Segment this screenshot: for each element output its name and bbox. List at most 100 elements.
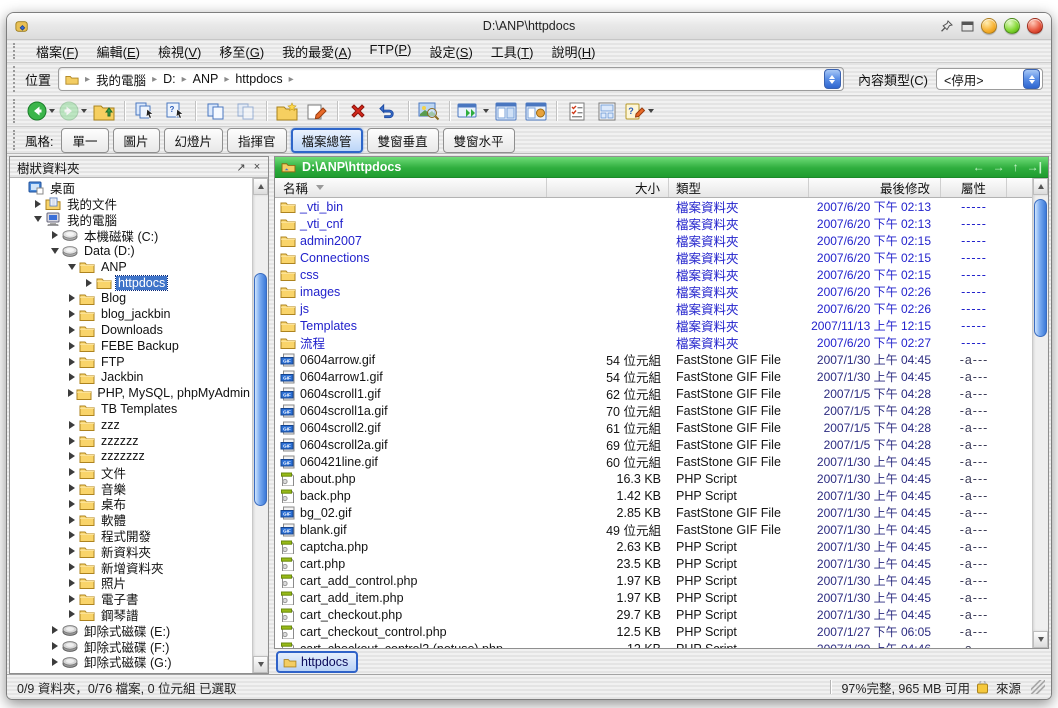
expander-right-icon[interactable] [65, 437, 78, 445]
undock-icon[interactable]: ↗ [234, 161, 248, 174]
tree-scroll-track[interactable] [253, 195, 268, 656]
panel-back-icon[interactable]: ← [973, 161, 985, 173]
address-grip[interactable] [13, 66, 21, 92]
help-edit-dropdown-icon[interactable] [648, 109, 654, 113]
expander-right-icon[interactable] [65, 484, 78, 492]
paste-button[interactable] [231, 98, 261, 124]
file-row[interactable]: back.php1.42 KBPHP Script2007/1/30 上午 04… [275, 487, 1032, 504]
expander-right-icon[interactable] [65, 310, 78, 318]
rename-button[interactable] [302, 98, 332, 124]
breadcrumb-item[interactable]: ANP [193, 72, 219, 86]
tree-item[interactable]: Jackbin [10, 370, 252, 386]
column-modified[interactable]: 最後修改 [809, 178, 941, 197]
tree-item[interactable]: zzzzzzz [10, 449, 252, 465]
expander-right-icon[interactable] [65, 342, 78, 350]
tree-item[interactable]: TB Templates [10, 401, 252, 417]
file-row[interactable]: admin2007檔案資料夾2007/6/20 下午 02:15----- [275, 232, 1032, 249]
tree-item[interactable]: zzz [10, 417, 252, 433]
panel-up-icon[interactable]: ↑ [1013, 161, 1019, 173]
column-type[interactable]: 類型 [669, 178, 809, 197]
breadcrumb-item[interactable]: 我的電腦 [96, 70, 146, 89]
tree-item[interactable]: Data (D:) [10, 243, 252, 259]
expander-right-icon[interactable] [31, 200, 44, 208]
file-scroll-thumb[interactable] [1034, 199, 1047, 336]
menu-item[interactable]: 說明(H) [542, 41, 604, 62]
file-row[interactable]: css檔案資料夾2007/6/20 下午 02:15----- [275, 266, 1032, 283]
file-row[interactable]: cart_checkout.php29.7 KBPHP Script2007/1… [275, 606, 1032, 623]
tree-item[interactable]: 音樂 [10, 480, 252, 496]
style-grip[interactable] [13, 130, 21, 150]
forward-dropdown-icon[interactable] [81, 109, 87, 113]
expander-down-icon[interactable] [31, 216, 44, 222]
file-row[interactable]: Templates檔案資料夾2007/11/13 上午 12:15----- [275, 317, 1032, 334]
column-attr[interactable]: 屬性 [941, 178, 1007, 197]
file-row[interactable]: GIF0604scroll1a.gif70 位元組FastStone GIF F… [275, 402, 1032, 419]
file-scroll-track[interactable] [1033, 195, 1048, 631]
expander-right-icon[interactable] [48, 658, 61, 666]
tree-scrollbar[interactable] [252, 178, 268, 673]
tree-item[interactable]: FEBE Backup [10, 338, 252, 354]
layout-button[interactable] [592, 98, 622, 124]
tree-item[interactable]: blog_jackbin [10, 306, 252, 322]
pin-icon[interactable] [939, 20, 953, 33]
style-tab-圖片[interactable]: 圖片 [113, 128, 160, 153]
column-size[interactable]: 大小 [547, 178, 669, 197]
style-tab-檔案總管[interactable]: 檔案總管 [291, 128, 363, 153]
expander-right-icon[interactable] [65, 595, 78, 603]
menu-item[interactable]: 工具(T) [482, 41, 543, 62]
minimize-button[interactable] [981, 18, 997, 34]
menu-item[interactable]: 檔案(F) [27, 41, 88, 62]
tree-item[interactable]: 我的文件 [10, 196, 252, 212]
tree-item[interactable]: httpdocs [10, 275, 252, 291]
help-pointer-button[interactable]: ? [160, 98, 190, 124]
content-type-spinner[interactable] [1023, 69, 1040, 89]
expander-right-icon[interactable] [65, 531, 78, 539]
menu-item[interactable]: 移至(G) [210, 41, 273, 62]
expander-down-icon[interactable] [48, 248, 61, 254]
expander-right-icon[interactable] [65, 452, 78, 460]
style-tab-雙窗垂直[interactable]: 雙窗垂直 [367, 128, 439, 153]
file-row[interactable]: GIFbg_02.gif2.85 KBFastStone GIF File200… [275, 504, 1032, 521]
expander-right-icon[interactable] [82, 279, 95, 287]
style-tab-幻燈片[interactable]: 幻燈片 [164, 128, 224, 153]
expander-right-icon[interactable] [65, 373, 78, 381]
resize-grip[interactable] [1031, 680, 1045, 694]
file-row[interactable]: 流程檔案資料夾2007/6/20 下午 02:27----- [275, 334, 1032, 351]
file-scrollbar[interactable] [1032, 178, 1048, 648]
tree-item[interactable]: zzzzzz [10, 433, 252, 449]
menu-item[interactable]: 設定(S) [420, 41, 481, 62]
expander-right-icon[interactable] [65, 500, 78, 508]
tree-item[interactable]: FTP [10, 354, 252, 370]
close-panel-icon[interactable]: × [250, 161, 264, 173]
menu-item[interactable]: FTP(P) [361, 41, 421, 62]
scroll-down-icon[interactable] [1033, 631, 1048, 648]
tree-item[interactable]: 文件 [10, 464, 252, 480]
tree-item[interactable]: 本機磁碟 (C:) [10, 227, 252, 243]
expander-right-icon[interactable] [48, 642, 61, 650]
dual-pane-button[interactable] [491, 98, 521, 124]
expander-right-icon[interactable] [65, 610, 78, 618]
maximize-button[interactable] [1004, 18, 1020, 34]
quick-view-dropdown-icon[interactable] [483, 109, 489, 113]
scroll-down-icon[interactable] [253, 656, 268, 673]
expander-right-icon[interactable] [65, 468, 78, 476]
file-row[interactable]: GIF0604scroll2a.gif69 位元組FastStone GIF F… [275, 436, 1032, 453]
content-type-combo[interactable]: <停用> [936, 68, 1043, 90]
file-row[interactable]: js檔案資料夾2007/6/20 下午 02:26----- [275, 300, 1032, 317]
back-button[interactable] [25, 98, 57, 124]
menu-item[interactable]: 檢視(V) [149, 41, 210, 62]
file-row[interactable]: GIF0604arrow1.gif54 位元組FastStone GIF Fil… [275, 368, 1032, 385]
style-tab-雙窗水平[interactable]: 雙窗水平 [443, 128, 515, 153]
scroll-up-icon[interactable] [1033, 178, 1048, 195]
file-row[interactable]: _vti_bin檔案資料夾2007/6/20 下午 02:13----- [275, 198, 1032, 215]
close-button[interactable] [1027, 18, 1043, 34]
rollup-icon[interactable] [960, 20, 974, 33]
tree-item[interactable]: ANP [10, 259, 252, 275]
delete-button[interactable] [343, 98, 373, 124]
menu-item[interactable]: 編輯(E) [88, 41, 149, 62]
file-row[interactable]: captcha.php2.63 KBPHP Script2007/1/30 上午… [275, 538, 1032, 555]
expander-right-icon[interactable] [65, 294, 78, 302]
style-tab-單一[interactable]: 單一 [61, 128, 108, 153]
expander-right-icon[interactable] [65, 358, 78, 366]
expander-right-icon[interactable] [65, 421, 78, 429]
